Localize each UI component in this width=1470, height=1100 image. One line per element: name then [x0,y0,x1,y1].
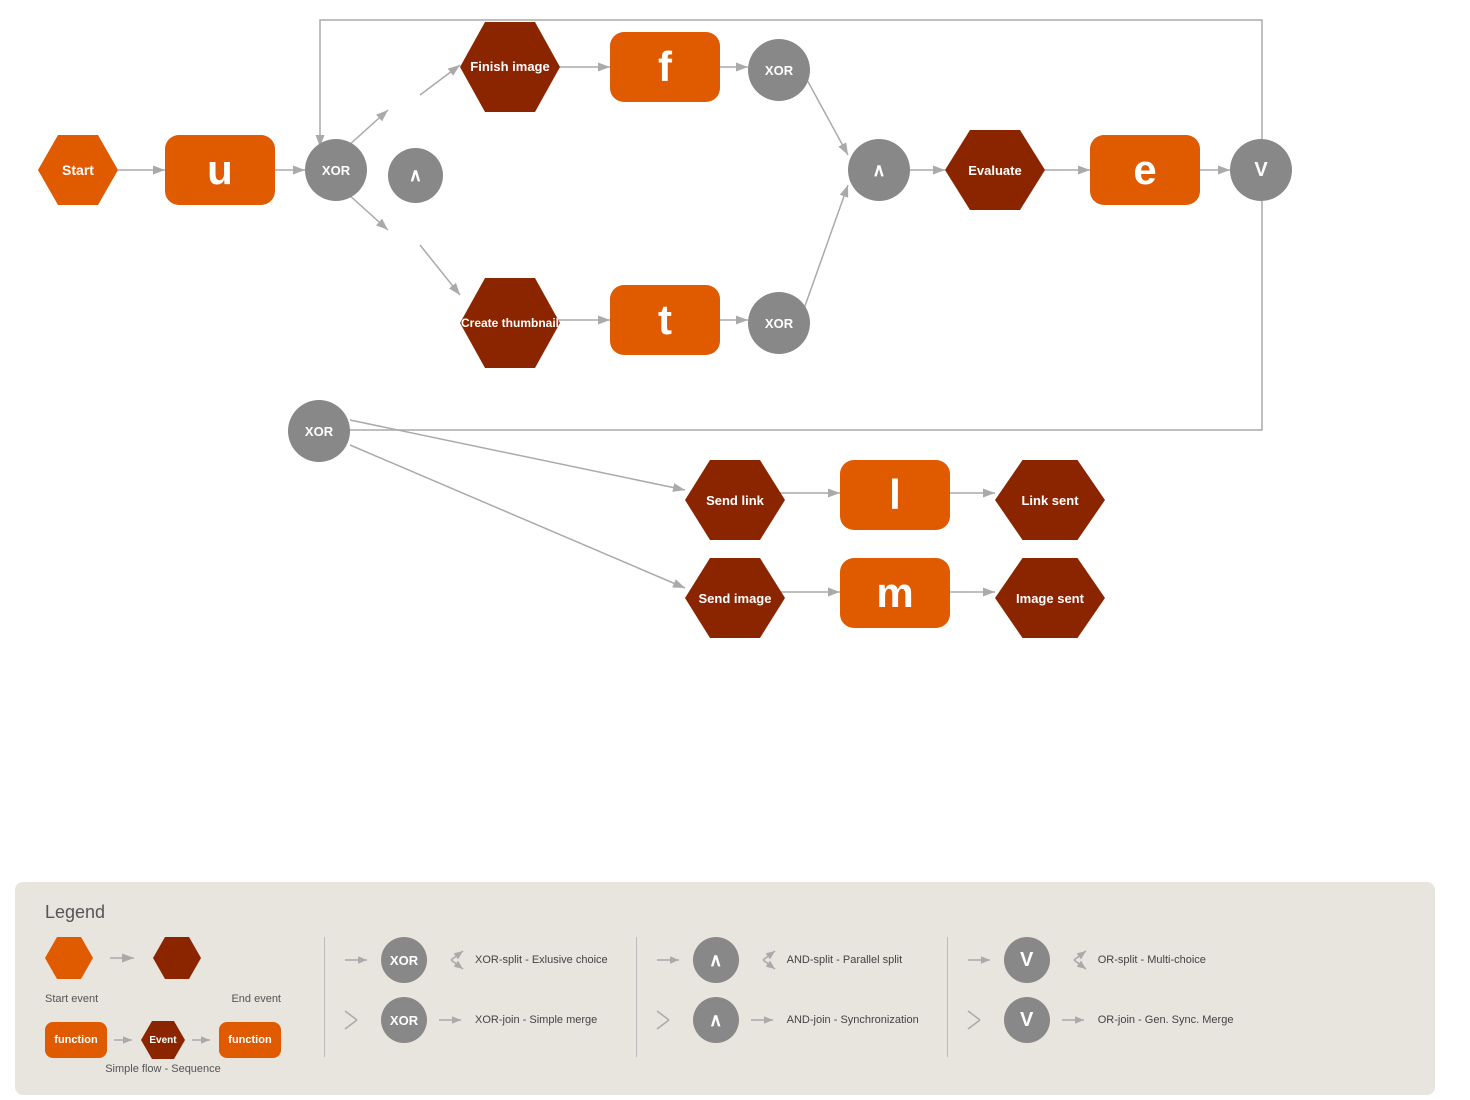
legend-function1-label: function [54,1034,97,1046]
evaluate-label: Evaluate [968,163,1021,178]
legend-xor-join-label: XOR-join - Simple merge [475,1013,597,1027]
xor4-label: XOR [305,424,333,439]
legend-simple-flow-label: Simple flow - Sequence [45,1063,281,1075]
legend-xor-join: XOR [381,997,427,1043]
e-function: e [1090,135,1200,205]
t-label: t [658,296,672,344]
xor2-gateway: XOR [748,39,810,101]
legend-event-hex: Event [141,1021,185,1059]
xor3-label: XOR [765,316,793,331]
xor2-label: XOR [765,63,793,78]
legend-function1: function [45,1022,107,1058]
legend-divider2 [636,937,637,1057]
f-label: f [658,43,672,91]
e-label: e [1133,146,1156,194]
send-image-label: Send image [699,591,772,606]
send-link-label: Send link [706,493,764,508]
legend-and-split-label: AND-split - Parallel split [787,953,903,967]
legend-divider3 [947,937,948,1057]
legend-end-event [153,937,201,979]
legend-and-join: ∧ [693,997,739,1043]
legend-function2: function [219,1022,281,1058]
xor3-gateway: XOR [748,292,810,354]
xor1-gateway: XOR [305,139,367,201]
u-function: u [165,135,275,205]
image-sent-label: Image sent [1016,591,1084,606]
evaluate-node: Evaluate [945,130,1045,210]
and1-label: ∧ [409,165,422,186]
legend-and-join-label: AND-join - Synchronization [787,1013,919,1027]
or1-label: V [1254,159,1267,182]
legend-start-event-label: Start event [45,993,98,1005]
xor4-gateway: XOR [288,400,350,462]
l-label: l [889,471,901,519]
start-node: Start [38,135,118,205]
image-sent-node: Image sent [995,558,1105,638]
and2-label: ∧ [872,160,885,181]
legend-or-join-label: OR-join - Gen. Sync. Merge [1098,1013,1234,1027]
legend-xor-split: XOR [381,937,427,983]
and1-gateway: ∧ [388,148,443,203]
legend-start-event [45,937,93,979]
legend-or-split: V [1004,937,1050,983]
legend-panel: Legend Start event End event function [15,882,1435,1095]
legend-end-event-label: End event [231,993,281,1005]
legend-title: Legend [45,902,1405,923]
xor1-label: XOR [322,163,350,178]
legend-or-join: V [1004,997,1050,1043]
diagram-canvas: Start u XOR ∧ Finish image f XOR ∧ Evalu… [0,0,1470,720]
send-link-node: Send link [685,460,785,540]
legend-and-split: ∧ [693,937,739,983]
create-thumbnail-node: Create thumbnail [460,278,560,368]
m-label: m [876,569,913,617]
l-function: l [840,460,950,530]
u-label: u [207,146,233,194]
f-function: f [610,32,720,102]
or1-gateway: V [1230,139,1292,201]
link-sent-label: Link sent [1021,493,1078,508]
start-label: Start [62,162,94,178]
legend-function2-label: function [228,1034,271,1046]
and2-gateway: ∧ [848,139,910,201]
finish-image-node: Finish image [460,22,560,112]
legend-event-label: Event [149,1035,176,1046]
t-function: t [610,285,720,355]
send-image-node: Send image [685,558,785,638]
create-thumbnail-label: Create thumbnail [461,316,559,330]
link-sent-node: Link sent [995,460,1105,540]
legend-divider1 [324,937,325,1057]
m-function: m [840,558,950,628]
legend-xor-split-label: XOR-split - Exlusive choice [475,953,608,967]
legend-or-split-label: OR-split - Multi-choice [1098,953,1206,967]
finish-image-label: Finish image [470,59,549,75]
